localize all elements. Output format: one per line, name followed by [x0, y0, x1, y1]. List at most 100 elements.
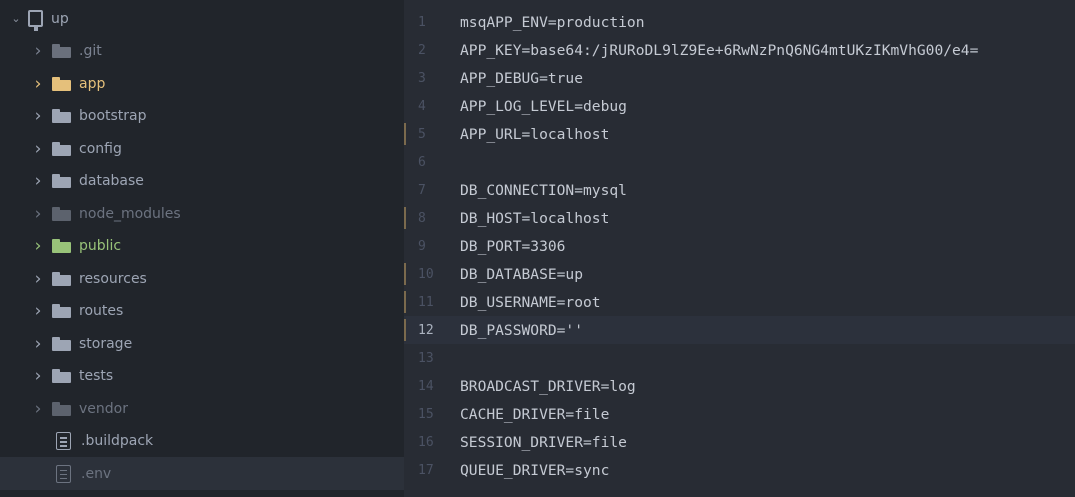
editor-line[interactable]: 10 DB_DATABASE=up — [404, 260, 1075, 288]
editor-line[interactable]: 1 msqAPP_ENV=production — [404, 8, 1075, 36]
line-number: 4 — [418, 98, 426, 114]
editor-line[interactable]: 4 APP_LOG_LEVEL=debug — [404, 92, 1075, 120]
tree-item-label: routes — [79, 303, 124, 319]
editor-line[interactable]: 13 — [404, 344, 1075, 372]
editor-line[interactable]: 17 QUEUE_DRIVER=sync — [404, 456, 1075, 484]
line-text[interactable]: BROADCAST_DRIVER=log — [452, 378, 636, 395]
folder-icon — [52, 239, 71, 253]
chevron-right-icon[interactable]: › — [30, 41, 46, 61]
editor-line[interactable]: 11 DB_USERNAME=root — [404, 288, 1075, 316]
line-number: 5 — [418, 126, 426, 142]
line-number: 8 — [418, 210, 426, 226]
chevron-right-icon[interactable]: › — [30, 269, 46, 289]
folder-icon — [52, 369, 71, 383]
repo-icon — [28, 10, 43, 31]
tree-file-dot-env[interactable]: .env — [0, 457, 404, 490]
tree-item-label: app — [79, 75, 106, 92]
line-text[interactable]: APP_URL=localhost — [452, 126, 609, 143]
git-modified-marker — [404, 207, 406, 229]
atom-editor-window: ⌄ up › .git › app › bootstrap › config › database… — [0, 0, 1075, 497]
line-number: 2 — [418, 42, 426, 58]
tree-item-label: node_modules — [79, 205, 181, 222]
line-text[interactable]: DB_PORT=3306 — [452, 238, 565, 255]
line-text[interactable]: msqAPP_ENV=production — [452, 14, 645, 31]
tree-folder-node-modules[interactable]: › node_modules — [0, 197, 404, 230]
chevron-down-icon[interactable]: ⌄ — [8, 12, 24, 25]
editor-line[interactable]: 6 — [404, 148, 1075, 176]
line-text[interactable]: APP_KEY=base64:/jRURoDL9lZ9Ee+6RwNzPnQ6N… — [452, 42, 978, 59]
line-text[interactable]: DB_CONNECTION=mysql — [452, 182, 627, 199]
chevron-right-icon[interactable]: › — [30, 171, 46, 191]
tree-root-label: up — [51, 10, 69, 27]
editor-line[interactable]: 5 APP_URL=localhost — [404, 120, 1075, 148]
tree-item-label: resources — [79, 270, 147, 287]
tree-item-label: database — [79, 173, 144, 189]
folder-icon — [52, 336, 71, 351]
tree-folder-resources[interactable]: › resources — [0, 262, 404, 295]
editor-pane[interactable]: 1 msqAPP_ENV=production 2 APP_KEY=base64:/j… — [404, 0, 1075, 497]
line-text[interactable]: DB_PASSWORD='' — [452, 322, 583, 339]
line-number: 17 — [418, 462, 434, 478]
line-number: 10 — [418, 266, 434, 282]
chevron-right-icon[interactable]: › — [30, 366, 46, 386]
editor-line[interactable]: 15 CACHE_DRIVER=file — [404, 400, 1075, 428]
line-number: 3 — [418, 70, 426, 86]
chevron-right-icon[interactable]: › — [30, 334, 46, 354]
chevron-right-icon[interactable]: › — [30, 106, 46, 126]
folder-icon — [52, 44, 71, 58]
line-number: 6 — [418, 154, 426, 170]
tree-folder-dot-git[interactable]: › .git — [0, 35, 404, 68]
tree-item-label: storage — [79, 335, 133, 352]
tree-folder-vendor[interactable]: › vendor — [0, 392, 404, 425]
file-text-icon — [56, 464, 71, 483]
tree-file-dot-buildpack[interactable]: .buildpack — [0, 425, 404, 458]
line-number: 1 — [418, 14, 426, 30]
git-modified-marker — [404, 291, 406, 313]
tree-item-label: bootstrap — [79, 108, 147, 124]
folder-icon — [52, 304, 71, 318]
line-text[interactable]: QUEUE_DRIVER=sync — [452, 462, 609, 479]
tree-folder-tests[interactable]: › tests — [0, 360, 404, 393]
editor-line[interactable]: 16 SESSION_DRIVER=file — [404, 428, 1075, 456]
editor-line[interactable]: 8 DB_HOST=localhost — [404, 204, 1075, 232]
tree-folder-public[interactable]: › public — [0, 230, 404, 263]
tree-item-label: config — [79, 140, 122, 157]
line-text[interactable]: CACHE_DRIVER=file — [452, 406, 609, 423]
file-text-icon — [56, 432, 71, 450]
line-text[interactable]: APP_DEBUG=true — [452, 70, 583, 87]
tree-folder-database[interactable]: › database — [0, 165, 404, 198]
chevron-right-icon[interactable]: › — [30, 301, 46, 321]
editor-line[interactable]: 14 BROADCAST_DRIVER=log — [404, 372, 1075, 400]
chevron-right-icon[interactable]: › — [30, 74, 46, 94]
tree-folder-app[interactable]: › app — [0, 67, 404, 100]
tree-folder-storage[interactable]: › storage — [0, 327, 404, 360]
git-modified-marker — [404, 319, 406, 341]
line-text[interactable]: APP_LOG_LEVEL=debug — [452, 98, 627, 115]
chevron-right-icon[interactable]: › — [30, 204, 46, 224]
tree-view[interactable]: ⌄ up › .git › app › bootstrap › config › database… — [0, 0, 404, 497]
line-text[interactable]: SESSION_DRIVER=file — [452, 434, 627, 451]
chevron-right-icon[interactable]: › — [30, 139, 46, 159]
line-number: 16 — [418, 434, 434, 450]
tree-folder-routes[interactable]: › routes — [0, 295, 404, 328]
tree-item-label: .git — [79, 43, 102, 59]
tree-item-label: tests — [79, 368, 114, 384]
editor-line[interactable]: 12 DB_PASSWORD='' — [404, 316, 1075, 344]
editor-line[interactable]: 2 APP_KEY=base64:/jRURoDL9lZ9Ee+6RwNzPnQ6… — [404, 36, 1075, 64]
line-number: 14 — [418, 378, 434, 394]
editor-line[interactable]: 3 APP_DEBUG=true — [404, 64, 1075, 92]
tree-folder-bootstrap[interactable]: › bootstrap — [0, 100, 404, 133]
editor-line[interactable]: 9 DB_PORT=3306 — [404, 232, 1075, 260]
line-text[interactable]: DB_DATABASE=up — [452, 266, 583, 283]
line-number: 11 — [418, 294, 434, 310]
tree-root-folder[interactable]: ⌄ up — [0, 2, 404, 35]
folder-icon — [52, 271, 71, 286]
chevron-right-icon[interactable]: › — [30, 236, 46, 256]
line-text[interactable]: DB_HOST=localhost — [452, 210, 609, 227]
line-text[interactable]: DB_USERNAME=root — [452, 294, 601, 311]
tree-folder-config[interactable]: › config — [0, 132, 404, 165]
chevron-right-icon[interactable]: › — [30, 399, 46, 419]
line-number: 7 — [418, 182, 426, 198]
folder-icon — [52, 76, 71, 91]
editor-line[interactable]: 7 DB_CONNECTION=mysql — [404, 176, 1075, 204]
